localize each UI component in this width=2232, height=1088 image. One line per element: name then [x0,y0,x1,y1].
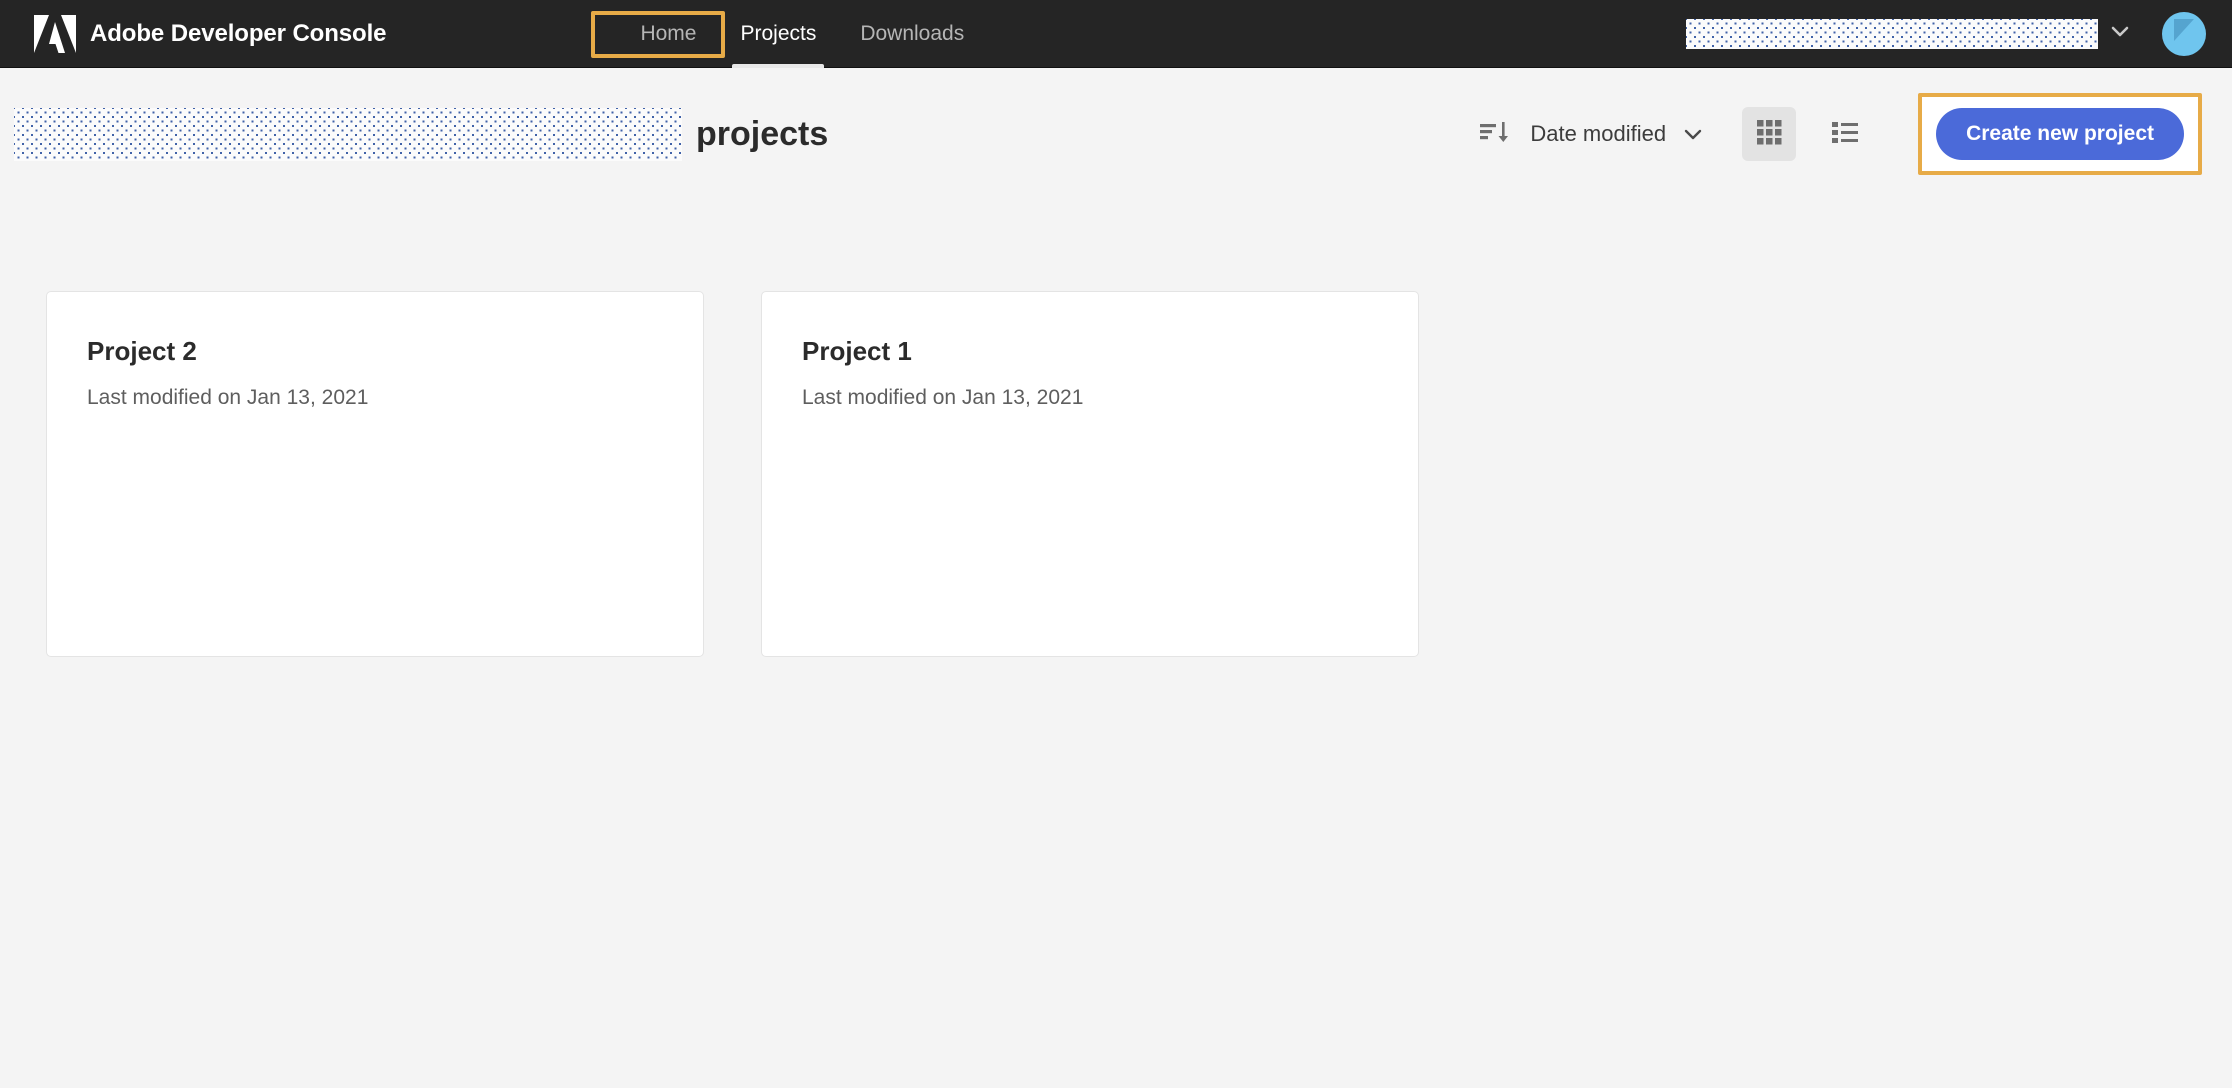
project-card[interactable]: Project 1 Last modified on Jan 13, 2021 [761,291,1419,657]
sort-descending-icon [1479,118,1509,151]
grid-view-icon [1754,117,1784,152]
page-heading-group: projects [14,107,829,161]
top-header-bar: Adobe Developer Console Home Projects Do… [0,0,2232,68]
sort-direction-button[interactable] [1472,112,1516,156]
org-selector-chevron[interactable] [2098,12,2142,56]
brand-title: Adobe Developer Console [90,19,387,47]
adobe-logo-icon [34,14,76,53]
project-card[interactable]: Project 2 Last modified on Jan 13, 2021 [46,291,704,657]
project-card-modified: Last modified on Jan 13, 2021 [87,386,369,409]
org-selector-redacted-value[interactable] [1686,18,2098,49]
nav-item-downloads[interactable]: Downloads [838,0,986,68]
project-card-modified: Last modified on Jan 13, 2021 [802,386,1084,409]
list-view-button[interactable] [1818,107,1872,161]
nav-item-home-label: Home [640,21,697,45]
create-new-project-button[interactable]: Create new project [1936,108,2184,160]
toolbar-controls: Date modified Create new project [1472,93,2202,175]
main-nav: Home Projects Downloads [618,0,986,68]
nav-item-home[interactable]: Home [618,0,718,68]
create-new-project-highlight-annotation: Create new project [1918,93,2202,175]
project-card-title: Project 2 [87,336,197,366]
nav-item-projects-label: Projects [740,21,817,45]
header-right-group [1686,0,2206,67]
page-toolbar: projects Date modified Create new projec… [0,68,2232,200]
sort-by-dropdown[interactable]: Date modified [1530,112,1720,156]
user-avatar[interactable] [2162,11,2206,56]
page-title: projects [696,114,829,153]
nav-item-projects[interactable]: Projects [718,0,838,68]
chevron-down-icon [2107,18,2133,49]
org-name-redacted [14,107,682,161]
sort-dropdown-chevron [1666,112,1720,156]
projects-grid: Project 2 Last modified on Jan 13, 2021 … [46,291,2232,657]
project-card-title: Project 1 [802,336,912,366]
grid-view-button[interactable] [1742,107,1797,161]
nav-item-downloads-label: Downloads [860,21,965,45]
list-view-icon [1830,117,1860,152]
brand-logo-group[interactable]: Adobe Developer Console [34,0,387,67]
sort-by-value: Date modified [1530,121,1667,146]
